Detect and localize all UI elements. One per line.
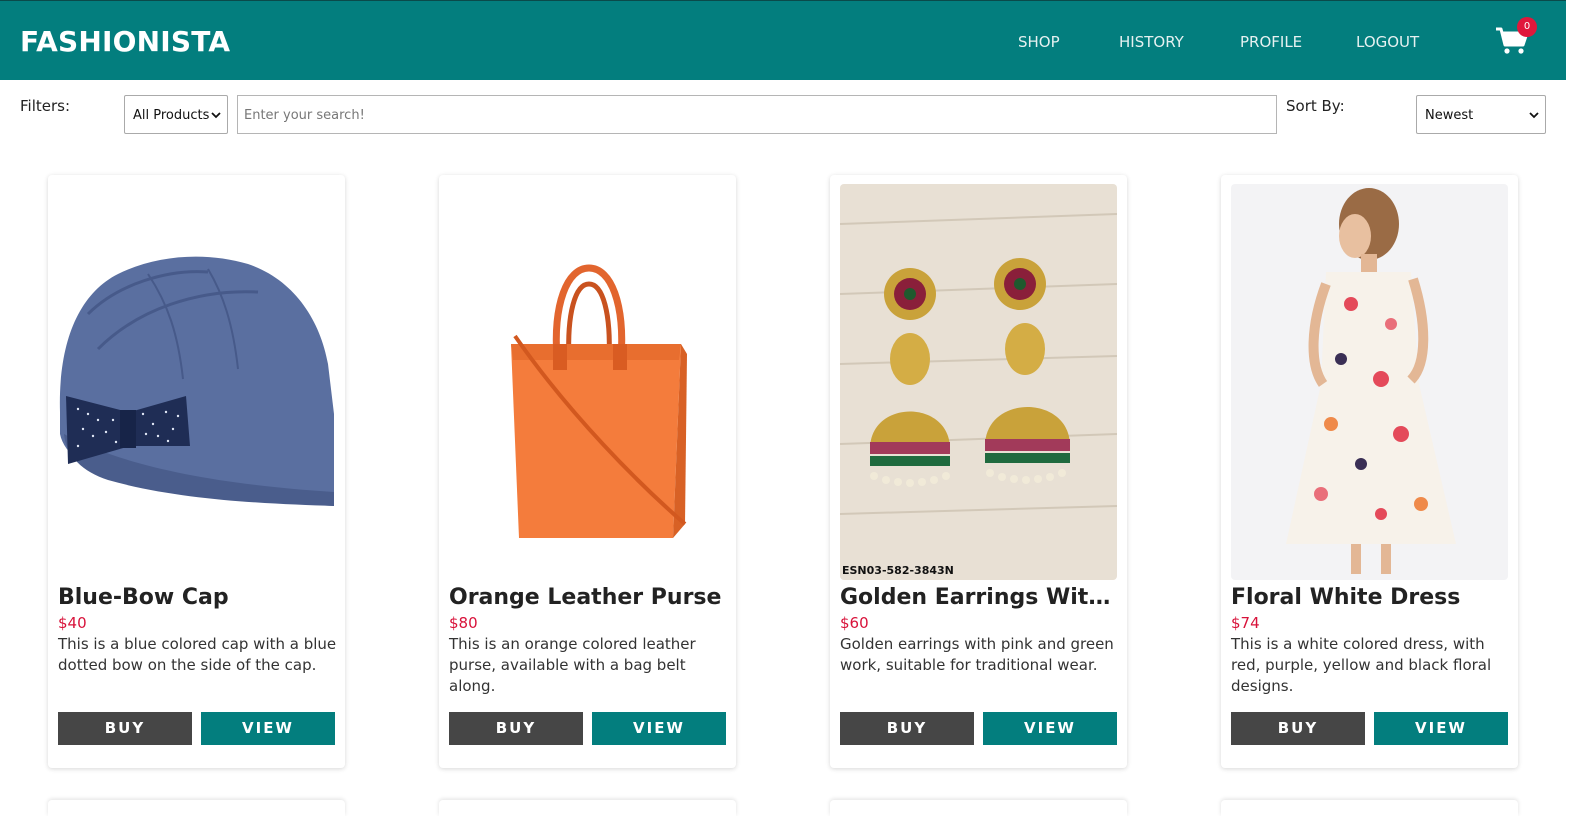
buy-button[interactable]: BUY: [58, 712, 192, 745]
product-title: Golden Earrings With Pink and Green Work: [840, 585, 1117, 610]
product-image[interactable]: ESN03-582-3843N: [840, 184, 1117, 580]
product-description: Golden earrings with pink and green work…: [840, 635, 1114, 674]
view-button[interactable]: VIEW: [983, 712, 1117, 745]
sort-select[interactable]: Newest: [1416, 95, 1546, 134]
sort-select-value: Newest: [1425, 108, 1474, 123]
product-card-partial: [48, 800, 345, 816]
product-description: This is a white colored dress, with red,…: [1231, 635, 1492, 695]
view-button[interactable]: VIEW: [1374, 712, 1508, 745]
category-select-value: All Products: [133, 108, 210, 123]
sort-label: Sort By:: [1286, 97, 1345, 115]
nav-logout[interactable]: LOGOUT: [1356, 33, 1419, 51]
buy-button[interactable]: BUY: [840, 712, 974, 745]
product-price: $40: [58, 614, 87, 632]
product-card: Floral White Dress $74 This is a white c…: [1221, 175, 1518, 768]
view-button[interactable]: VIEW: [592, 712, 726, 745]
cart-count-badge: 0: [1517, 17, 1537, 37]
product-card: Blue-Bow Cap $40 This is a blue colored …: [48, 175, 345, 768]
nav-shop[interactable]: SHOP: [1018, 33, 1060, 51]
product-description: This is a blue colored cap with a blue d…: [58, 635, 337, 674]
filters-label: Filters:: [20, 97, 71, 115]
product-image[interactable]: [58, 184, 335, 580]
product-price: $74: [1231, 614, 1260, 632]
brand-logo[interactable]: FASHIONISTA: [20, 25, 230, 59]
product-title: Blue-Bow Cap: [58, 585, 229, 610]
product-description: This is an orange colored leather purse,…: [449, 635, 696, 695]
buy-button[interactable]: BUY: [1231, 712, 1365, 745]
category-select[interactable]: All Products: [124, 95, 228, 134]
view-button[interactable]: VIEW: [201, 712, 335, 745]
product-price: $60: [840, 614, 869, 632]
chevron-down-icon: [211, 112, 221, 119]
product-image[interactable]: [449, 184, 726, 580]
product-image[interactable]: [1231, 184, 1508, 580]
search-input[interactable]: Enter your search!: [237, 95, 1277, 134]
product-card: Orange Leather Purse $80 This is an oran…: [439, 175, 736, 768]
chevron-down-icon: [1529, 112, 1539, 119]
product-price: $80: [449, 614, 478, 632]
image-caption: ESN03-582-3843N: [842, 564, 954, 577]
nav-profile[interactable]: PROFILE: [1240, 33, 1302, 51]
product-card: ESN03-582-3843N Golden Earrings With Pin…: [830, 175, 1127, 768]
product-title: Orange Leather Purse: [449, 585, 722, 610]
product-card-partial: [830, 800, 1127, 816]
product-title: Floral White Dress: [1231, 585, 1461, 610]
navbar: FASHIONISTA SHOP HISTORY PROFILE LOGOUT: [0, 0, 1566, 80]
product-card-partial: [1221, 800, 1518, 816]
nav-history[interactable]: HISTORY: [1119, 33, 1184, 51]
search-placeholder: Enter your search!: [244, 108, 365, 123]
buy-button[interactable]: BUY: [449, 712, 583, 745]
product-card-partial: [439, 800, 736, 816]
